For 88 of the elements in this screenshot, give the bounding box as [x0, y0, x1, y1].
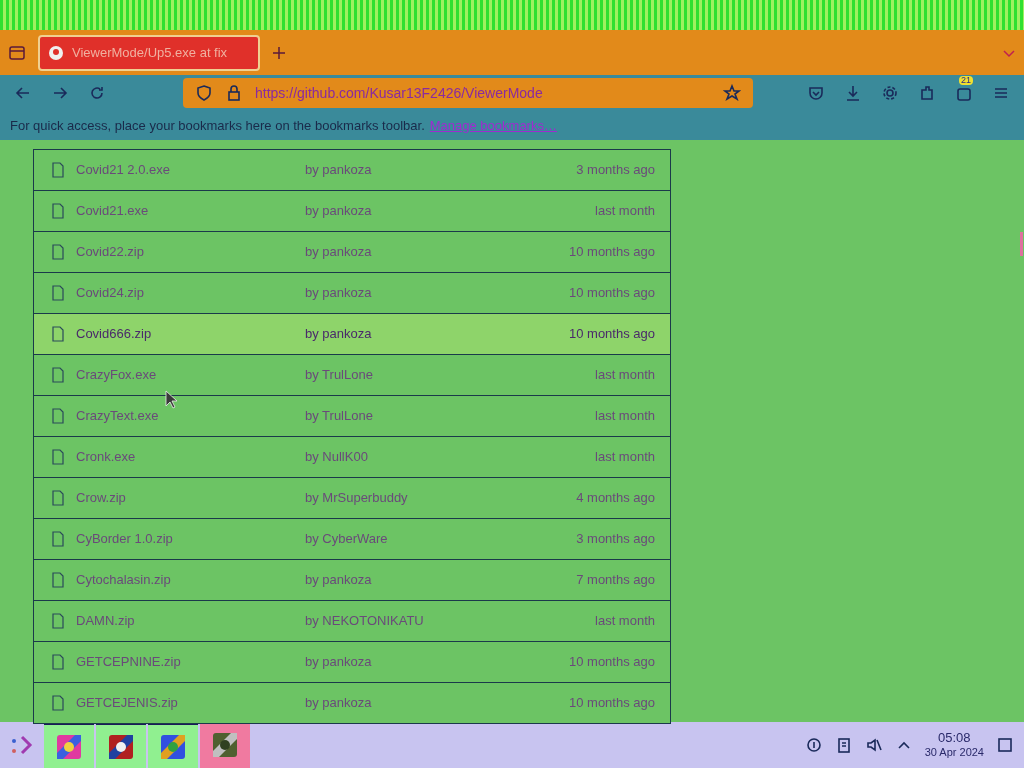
file-age: 3 months ago: [575, 161, 656, 180]
file-age: last month: [594, 407, 656, 426]
show-desktop-icon[interactable]: [996, 736, 1014, 754]
gear-icon[interactable]: [881, 84, 899, 102]
bookmarks-hint: For quick access, place your bookmarks here on the bookmarks toolbar.: [10, 116, 425, 135]
file-author: by NullK00: [305, 448, 369, 467]
file-row[interactable]: Covid666.zip by pankoza 10 months ago: [34, 314, 670, 355]
file-author: by pankoza: [305, 161, 373, 180]
extension-badge: 21: [959, 76, 973, 85]
clock-time: 05:08: [938, 730, 971, 747]
taskbar-app[interactable]: [200, 722, 250, 768]
file-icon: [52, 572, 64, 588]
file-icon: [52, 203, 64, 219]
file-age: 10 months ago: [568, 653, 656, 672]
file-name[interactable]: CrazyFox.exe: [76, 365, 305, 385]
file-age: 10 months ago: [568, 694, 656, 713]
taskbar-app[interactable]: [148, 722, 198, 768]
file-age: 10 months ago: [568, 325, 656, 344]
file-author: by MrSuperbuddy: [305, 489, 409, 508]
file-name[interactable]: Cronk.exe: [76, 447, 305, 467]
file-icon: [52, 695, 64, 711]
lock-icon[interactable]: [225, 84, 243, 102]
scrollbar-thumb[interactable]: [1020, 232, 1023, 256]
address-bar[interactable]: https://github.com/Kusar13F2426/ViewerMode: [183, 78, 753, 108]
download-icon[interactable]: [844, 84, 862, 102]
file-author: by pankoza: [305, 694, 373, 713]
file-icon: [52, 408, 64, 424]
file-age: last month: [594, 448, 656, 467]
file-icon: [52, 285, 64, 301]
tab-list-icon[interactable]: [8, 43, 26, 62]
file-author: by pankoza: [305, 325, 373, 344]
file-age: last month: [594, 366, 656, 385]
new-tab-icon[interactable]: [272, 45, 286, 60]
file-icon: [52, 654, 64, 670]
file-author: by pankoza: [305, 284, 373, 303]
file-name[interactable]: GETCEJENIS.zip: [76, 693, 305, 713]
file-author: by NEKOTONIKATU: [305, 612, 425, 631]
file-icon: [52, 244, 64, 260]
pocket-icon[interactable]: [807, 84, 825, 102]
file-icon: [52, 367, 64, 383]
file-name[interactable]: Covid21 2.0.exe: [76, 160, 305, 180]
file-age: 3 months ago: [575, 530, 656, 549]
file-icon: [52, 162, 64, 178]
file-icon: [52, 449, 64, 465]
file-author: by pankoza: [305, 202, 373, 221]
file-name[interactable]: CrazyText.exe: [76, 406, 305, 426]
shield-icon[interactable]: [195, 84, 213, 102]
file-age: 10 months ago: [568, 243, 656, 262]
file-author: by pankoza: [305, 571, 373, 590]
app-icon: [159, 732, 187, 761]
app-icon: [107, 732, 135, 761]
file-icon: [52, 613, 64, 629]
site-logo-icon: [48, 44, 64, 61]
file-icon: [52, 326, 64, 342]
file-icon: [52, 531, 64, 547]
file-author: by CyberWare: [305, 530, 389, 549]
file-author: by pankoza: [305, 243, 373, 262]
taskbar-app[interactable]: [44, 722, 94, 768]
mouse-cursor-icon: [165, 390, 179, 410]
file-name[interactable]: DAMN.zip: [76, 611, 305, 631]
reload-icon[interactable]: [88, 84, 106, 102]
file-name[interactable]: Covid22.zip: [76, 242, 305, 262]
speaker-muted-icon[interactable]: [864, 736, 883, 754]
file-name[interactable]: Covid666.zip: [76, 324, 305, 344]
file-icon: [52, 490, 64, 506]
browser-tab[interactable]: ViewerMode/Up5.exe at fix: [38, 34, 260, 71]
file-name[interactable]: Cytochalasin.zip: [76, 570, 305, 590]
app-icon: [211, 731, 239, 759]
file-author: by TrulLone: [305, 407, 374, 426]
star-icon[interactable]: [723, 84, 741, 102]
url-text: https://github.com/Kusar13F2426/ViewerMode: [255, 83, 543, 103]
file-name[interactable]: Covid21.exe: [76, 201, 305, 221]
file-age: 7 months ago: [575, 571, 656, 590]
app-icon: [55, 732, 83, 761]
file-age: 10 months ago: [568, 284, 656, 303]
taskbar-app[interactable]: [96, 722, 146, 768]
file-age: last month: [594, 612, 656, 631]
file-author: by pankoza: [305, 653, 373, 672]
file-name[interactable]: Crow.zip: [76, 488, 305, 508]
file-name[interactable]: Covid24.zip: [76, 283, 305, 303]
extensions-icon[interactable]: [918, 84, 936, 102]
clock[interactable]: 05:08 30 Apr 2024: [924, 730, 984, 760]
file-name[interactable]: GETCEPNINE.zip: [76, 652, 305, 672]
file-name[interactable]: CyBorder 1.0.zip: [76, 529, 305, 549]
clock-date: 30 Apr 2024: [924, 746, 984, 760]
file-age: last month: [594, 202, 656, 221]
file-age: 4 months ago: [575, 489, 656, 508]
file-author: by TrulLone: [305, 366, 374, 385]
